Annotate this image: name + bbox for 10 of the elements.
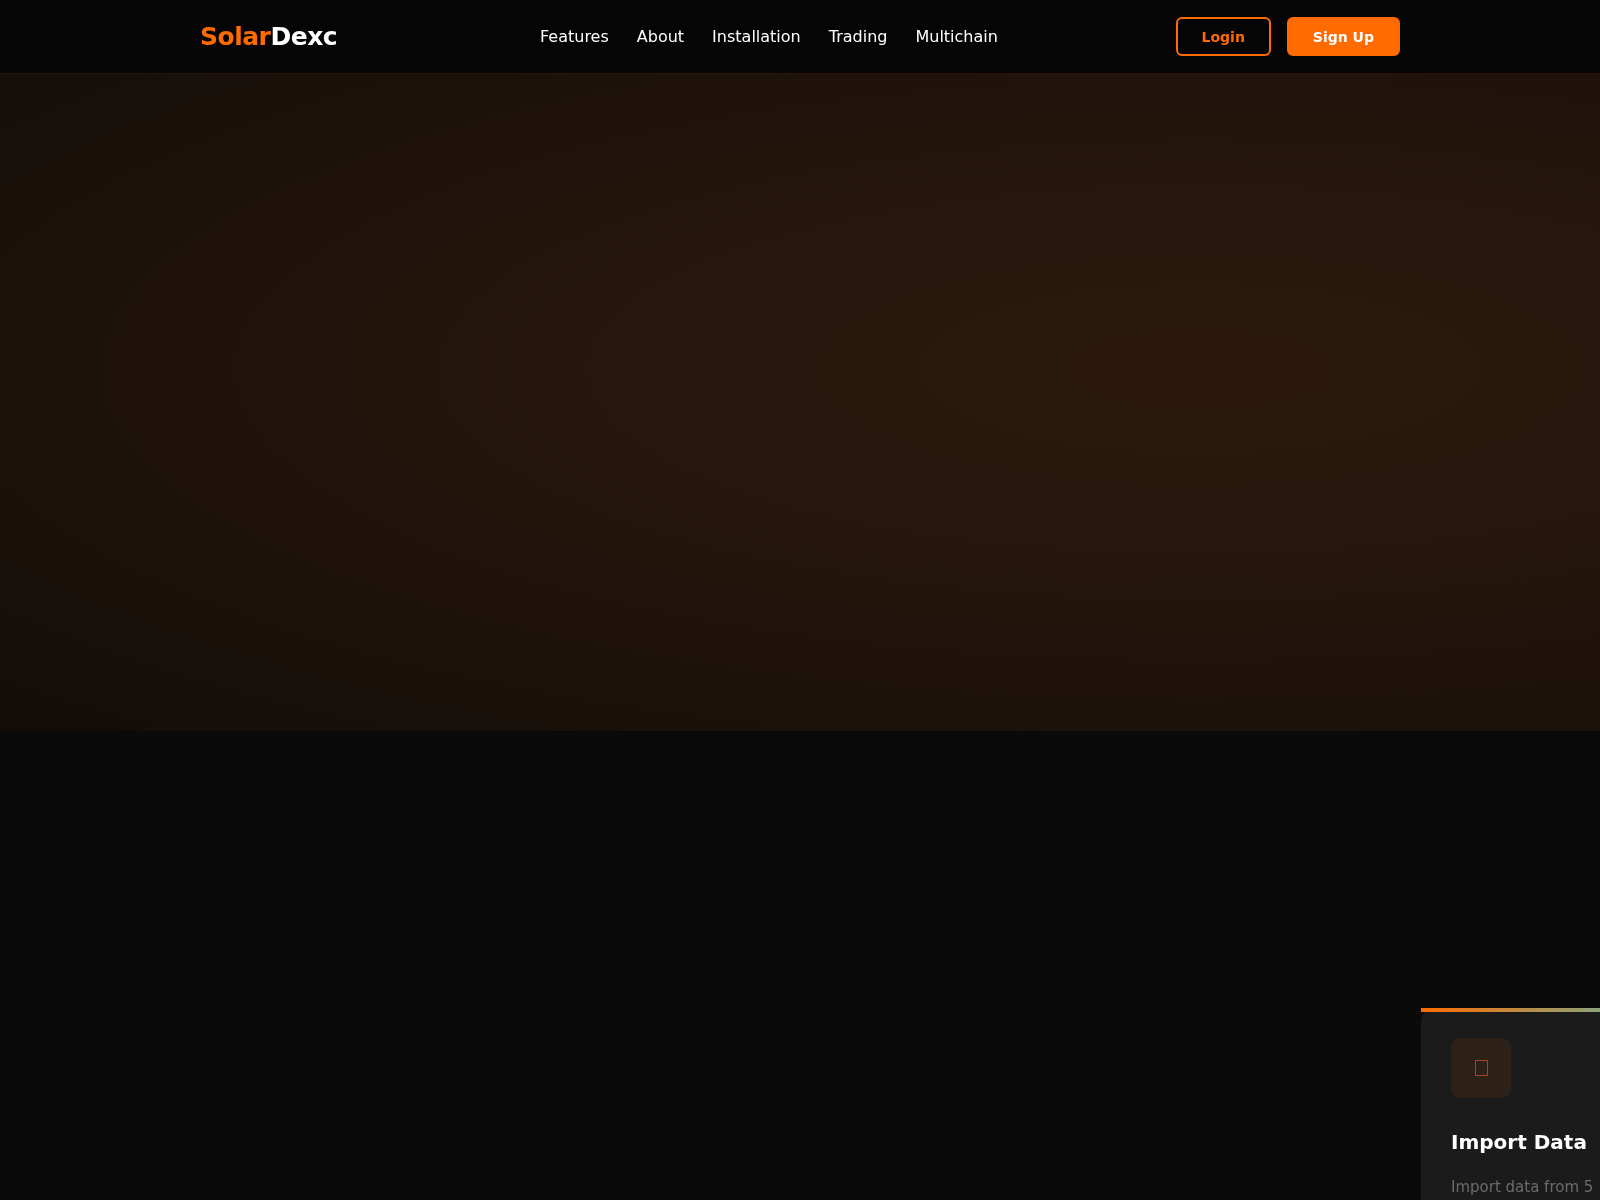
login-button[interactable]: Login (1175, 17, 1271, 56)
nav-link[interactable]: About (636, 27, 685, 46)
nav-link[interactable]: Installation (712, 27, 801, 46)
nav-link[interactable]: Trading (828, 27, 888, 46)
nav-link[interactable]: Features (540, 27, 609, 46)
nav-link[interactable]: Multichain (915, 27, 998, 46)
placeholder-icon (1474, 1060, 1488, 1076)
card-description: Import data from 5 (1451, 1178, 1595, 1196)
card-title: Import Data (1451, 1130, 1588, 1154)
logo[interactable]: SolarDexc (200, 22, 540, 51)
